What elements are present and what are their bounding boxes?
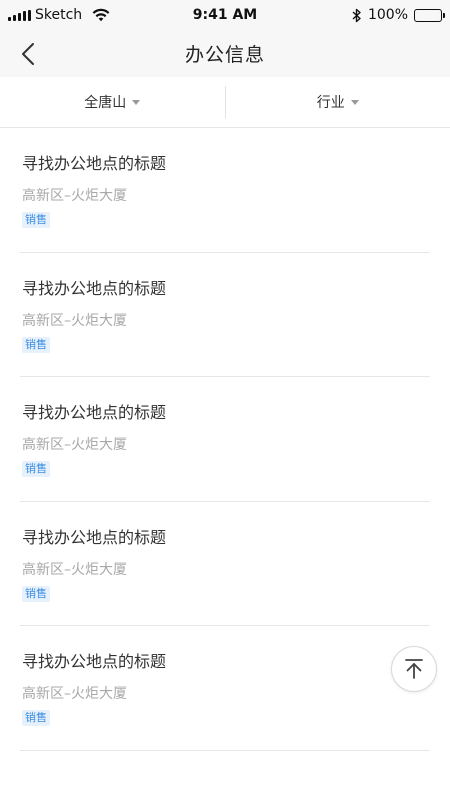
- battery-icon: [414, 8, 445, 22]
- filter-bar: 全唐山 行业: [0, 77, 450, 128]
- item-location: 高新区–火炬大厦: [22, 188, 127, 204]
- list-item[interactable]: 寻找办公地点的标题 高新区–火炬大厦 销售: [20, 626, 430, 751]
- item-tag: 销售: [22, 585, 50, 602]
- navigation-bar: 办公信息: [0, 30, 450, 77]
- back-to-top-button[interactable]: [391, 646, 437, 692]
- item-tag: 销售: [22, 212, 50, 228]
- item-location: 高新区–火炬大厦: [22, 312, 127, 329]
- bluetooth-icon: [352, 8, 361, 22]
- item-title: 寻找办公地点的标题: [22, 154, 167, 173]
- item-title: 寻找办公地点的标题: [22, 403, 167, 422]
- list-item[interactable]: 寻找办公地点的标题 高新区–火炬大厦 销售: [20, 253, 430, 377]
- arrow-up-to-top-icon: [405, 659, 423, 679]
- signal-icon: [8, 9, 31, 21]
- item-tag: 销售: [22, 710, 50, 726]
- item-tag: 销售: [22, 336, 50, 353]
- item-location: 高新区–火炬大厦: [22, 437, 127, 453]
- app-screen: Sketch 9:41 AM 100% 办公信息 全唐山 行业 寻找办公地点的标…: [0, 0, 450, 800]
- office-list: 寻找办公地点的标题 高新区–火炬大厦 销售 寻找办公地点的标题 高新区–火炬大厦…: [0, 128, 450, 751]
- item-title: 寻找办公地点的标题: [22, 527, 167, 547]
- wifi-icon: [92, 8, 110, 22]
- list-item[interactable]: 寻找办公地点的标题 高新区–火炬大厦 销售: [20, 128, 430, 253]
- filter-region-dropdown[interactable]: 全唐山: [0, 77, 225, 127]
- item-tag: 销售: [22, 461, 50, 477]
- carrier-label: Sketch: [35, 7, 83, 23]
- item-title: 寻找办公地点的标题: [22, 652, 167, 671]
- list-item[interactable]: 寻找办公地点的标题 高新区–火炬大厦 销售: [20, 377, 430, 502]
- item-title: 寻找办公地点的标题: [22, 278, 167, 298]
- filter-industry-label: 行业: [316, 95, 345, 111]
- page-title: 办公信息: [184, 44, 265, 66]
- chevron-left-icon: [22, 43, 34, 65]
- list-item[interactable]: 寻找办公地点的标题 高新区–火炬大厦 销售: [20, 502, 430, 626]
- caret-down-icon: [350, 99, 359, 105]
- status-left: Sketch: [8, 7, 110, 23]
- filter-region-label: 全唐山: [84, 95, 127, 111]
- status-bar: Sketch 9:41 AM 100%: [0, 0, 450, 30]
- status-right: 100%: [352, 7, 445, 23]
- battery-percent: 100%: [367, 7, 408, 23]
- caret-down-icon: [132, 99, 141, 105]
- item-location: 高新区–火炬大厦: [22, 686, 127, 702]
- item-location: 高新区–火炬大厦: [22, 561, 127, 578]
- filter-industry-dropdown[interactable]: 行业: [226, 77, 450, 127]
- back-button[interactable]: [14, 40, 42, 68]
